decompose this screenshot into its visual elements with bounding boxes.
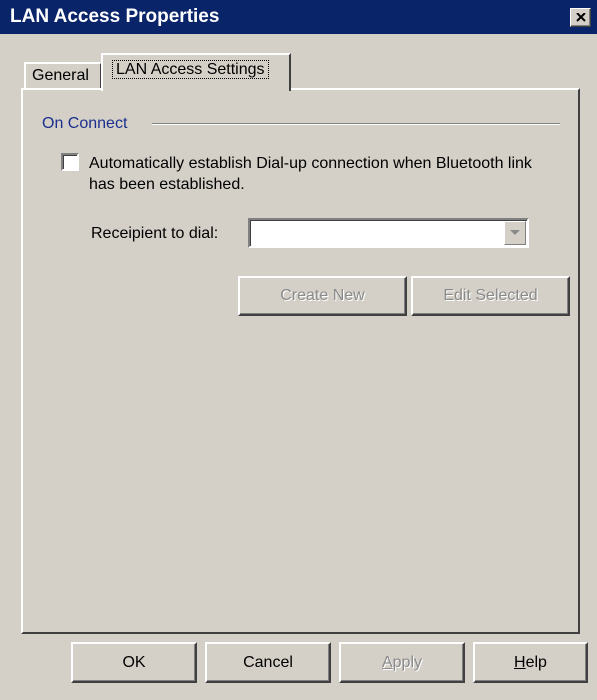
help-label-rest: elp [525, 654, 547, 671]
chevron-down-icon [510, 230, 520, 235]
apply-label-rest: pply [392, 654, 423, 671]
ok-button[interactable]: OK [71, 642, 197, 683]
title-bar[interactable]: LAN Access Properties [0, 0, 597, 34]
close-button[interactable] [570, 8, 591, 27]
recipient-dropdown-button[interactable] [504, 221, 526, 245]
recipient-label: Receipient to dial: [91, 225, 219, 242]
tab-general[interactable]: General [24, 62, 102, 90]
close-icon [576, 13, 586, 22]
apply-label-accel: A [381, 654, 393, 671]
properties-dialog: LAN Access Properties General LAN Access… [0, 0, 597, 700]
help-label-accel: H [514, 654, 526, 671]
section-divider [152, 123, 560, 125]
tab-general-label: General [32, 67, 89, 84]
window-title: LAN Access Properties [10, 6, 220, 27]
recipient-dropdown[interactable] [248, 218, 529, 248]
cancel-button[interactable]: Cancel [205, 642, 331, 683]
edit-selected-button[interactable]: Edit Selected [411, 276, 570, 316]
tab-lan-access-settings[interactable]: LAN Access Settings [101, 53, 291, 91]
apply-button[interactable]: Apply [339, 642, 465, 683]
create-new-button[interactable]: Create New [238, 276, 407, 316]
on-connect-section-label: On Connect [42, 115, 128, 132]
help-button[interactable]: Help [473, 642, 588, 683]
auto-dial-checkbox[interactable] [61, 153, 79, 171]
tab-lan-access-settings-label: LAN Access Settings [112, 60, 269, 79]
auto-dial-checkbox-label[interactable]: Automatically establish Dial-up connecti… [89, 153, 559, 195]
